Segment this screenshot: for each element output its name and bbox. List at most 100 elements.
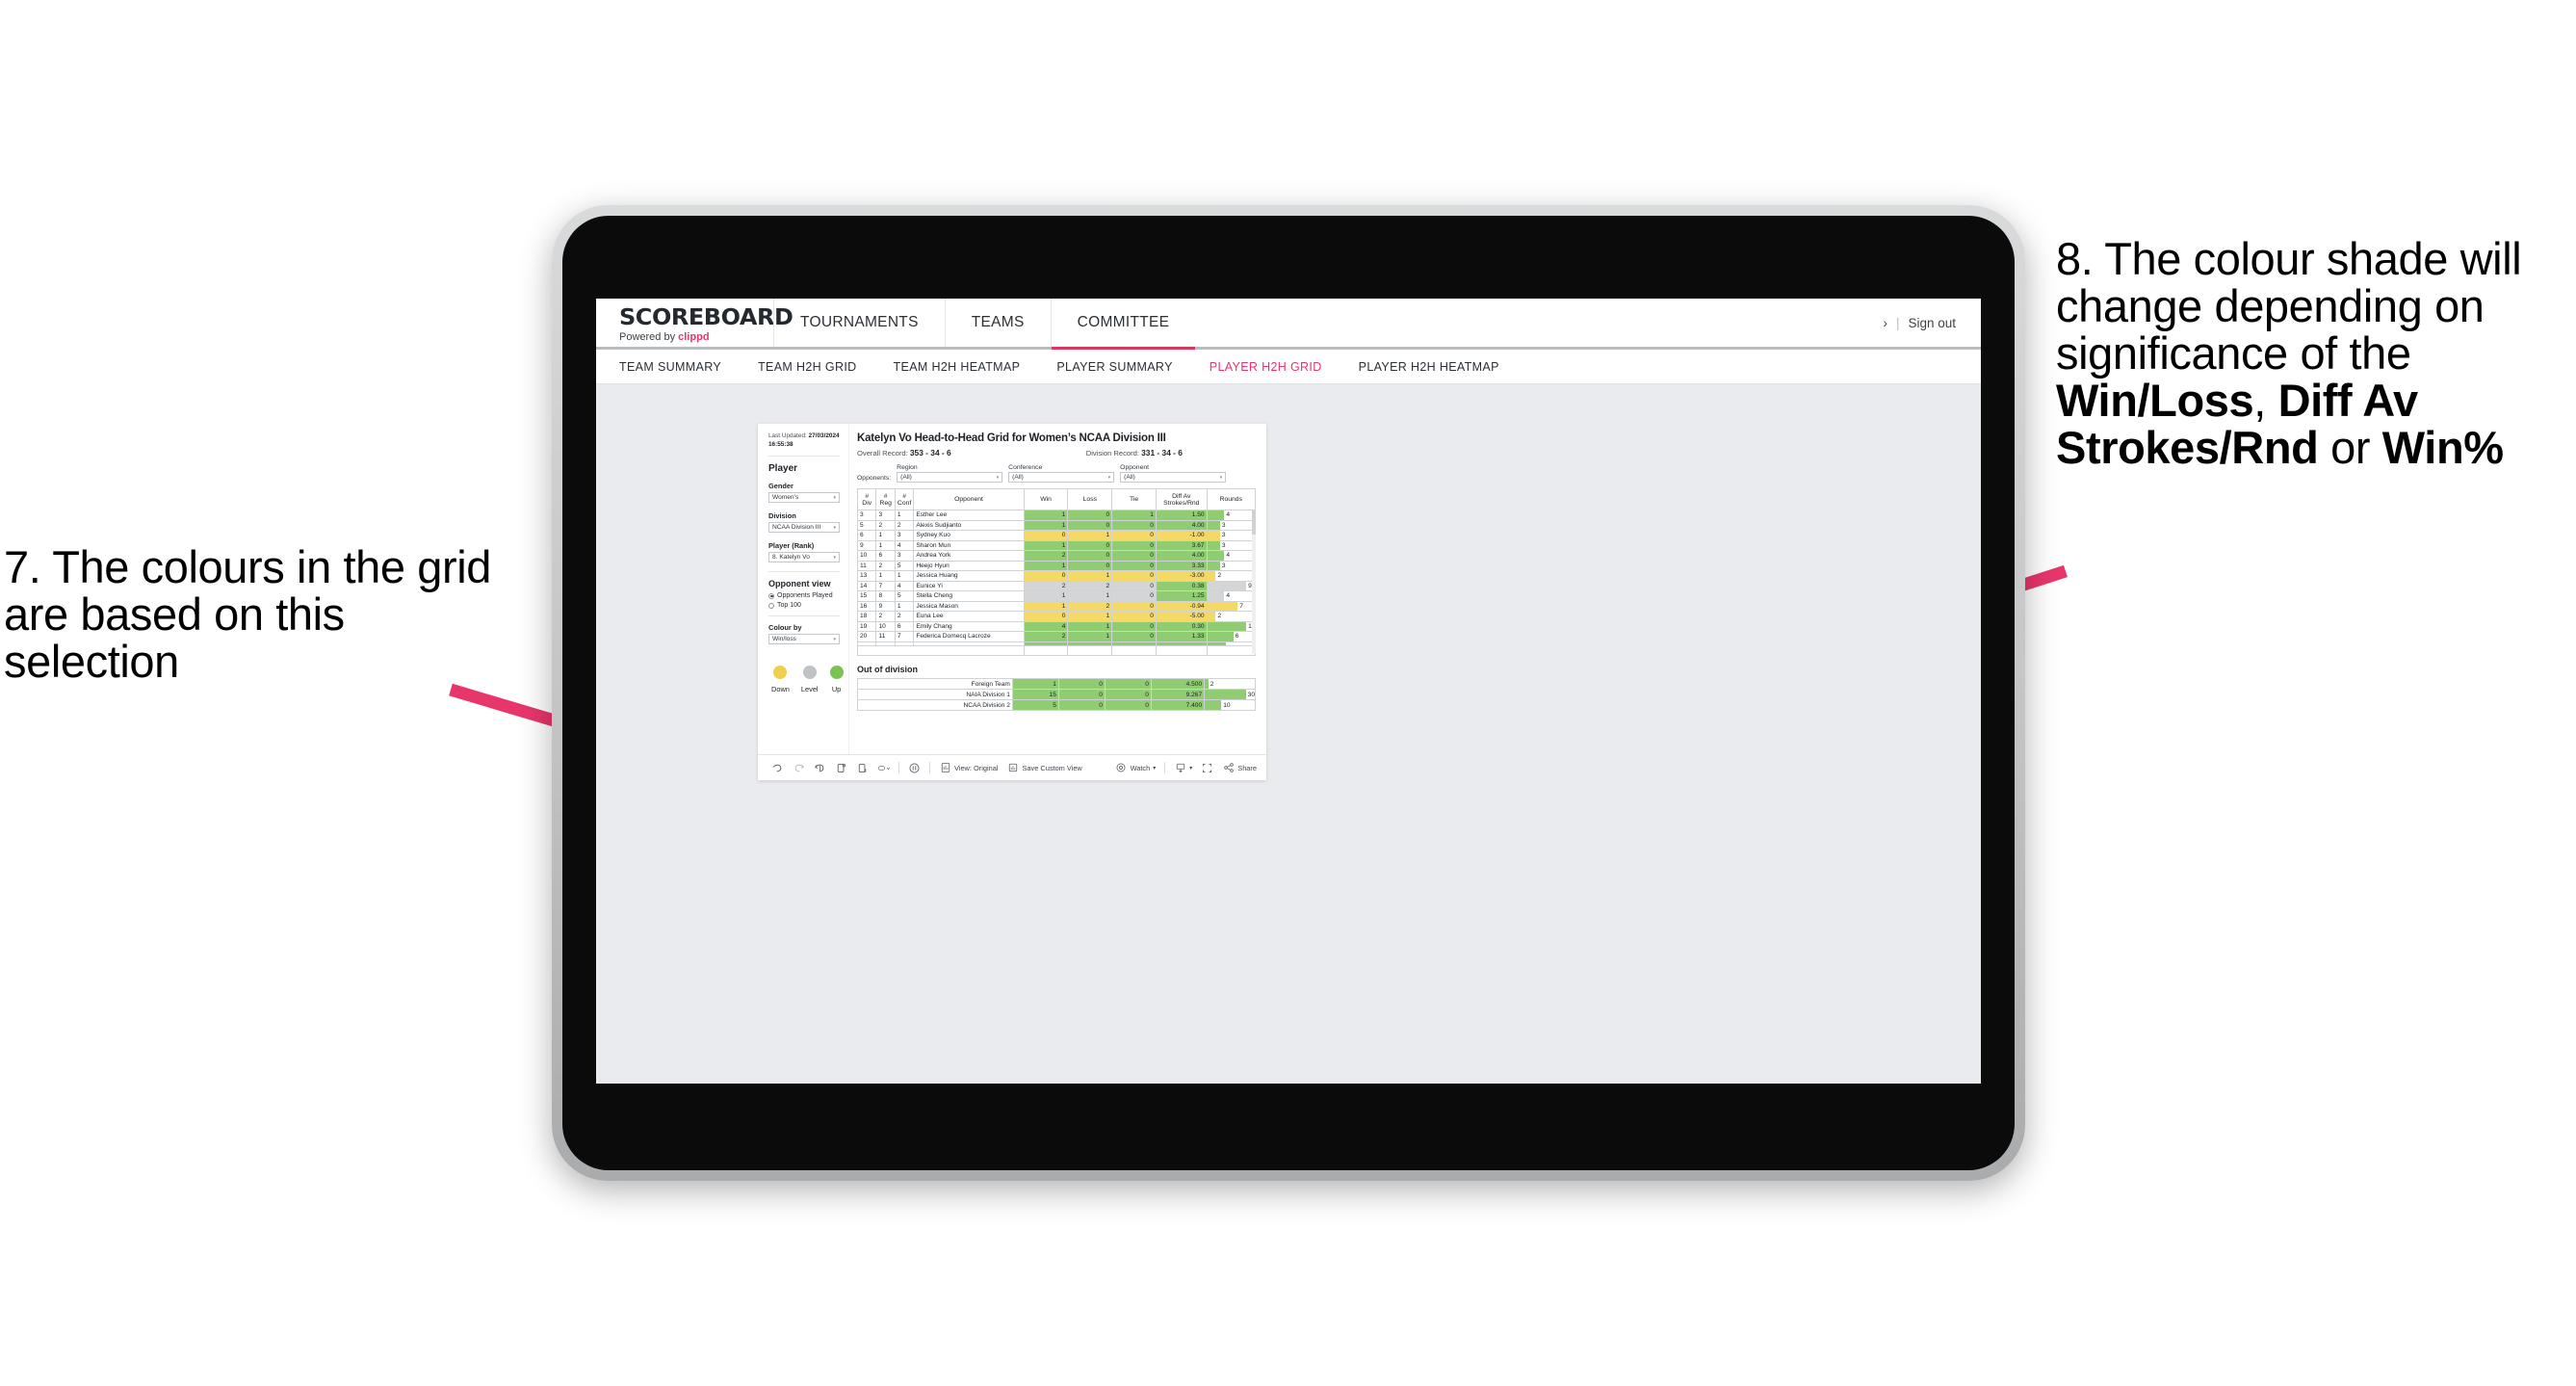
viz-toolbar: View: Original Save Custom View Watch ▾ … [758,754,1266,780]
brand-logo[interactable]: SCOREBOARD Powered by clippd [596,299,794,347]
fullscreen-icon[interactable] [1201,762,1213,774]
pause-auto-update-icon[interactable] [908,762,921,774]
out-of-division-row[interactable]: NAIA Division 1 15 0 0 9.267 30 [857,689,1256,700]
opponents-label: Opponents: [857,475,892,482]
rounds-bar: 30 [1205,690,1255,699]
nav-item-tournaments[interactable]: TOURNAMENTS [773,299,945,347]
annotation-8-bold-winpct: Win% [2381,421,2504,473]
table-row[interactable]: 16 9 1 Jessica Mason 1 2 0 -0.94 7 [856,600,1257,612]
cell-loss: 2 [1067,580,1113,591]
pause-refresh-icon[interactable] [856,762,869,774]
cell-conf: 6 [894,620,915,632]
opponent-select[interactable]: (All) ▾ [1120,472,1227,483]
chevron-down-icon: ▾ [833,636,836,642]
radio-top-100[interactable]: Top 100 [768,602,840,609]
divider [1164,762,1166,773]
rounds-bar: 2 [1205,679,1255,689]
player-select[interactable]: 8. Katelyn Vo ▾ [768,552,840,563]
filter-player-rank: Player (Rank) 8. Katelyn Vo ▾ [768,541,840,563]
chevron-right-icon[interactable]: › [1883,316,1887,330]
undo-icon[interactable] [771,762,784,774]
rounds-value: 9 [1248,582,1252,589]
cell-loss: 0 [1067,519,1113,531]
refresh-data-icon[interactable] [835,762,847,774]
table-row[interactable]: 6 1 3 Sydney Kuo 0 1 0 -1.00 3 [856,530,1257,541]
radio-opponents-played[interactable]: Opponents Played [768,592,840,599]
radio-icon [768,592,774,599]
rounds-value: 6 [1235,633,1239,641]
table-row[interactable]: 15 8 5 Stella Cheng 1 1 0 1.25 4 [856,590,1257,602]
nav-item-teams[interactable]: TEAMS [944,299,1051,347]
table-row[interactable]: 14 7 4 Eunice Yi 2 2 0 0.38 9 [856,580,1257,591]
division-select[interactable]: NCAA Division III ▾ [768,522,840,534]
division-record: Division Record: 331 - 34 - 6 [1086,448,1183,458]
table-row[interactable]: 18 2 2 Euna Lee 0 1 0 -5.00 2 [856,611,1257,622]
cell-loss: 0 [1057,678,1106,690]
save-custom-view-button[interactable]: Save Custom View [1006,762,1082,774]
grid-scrollbar[interactable] [1252,510,1256,654]
rounds-bar: 3 [1207,561,1255,570]
scrollbar-thumb[interactable] [1252,510,1256,535]
cell-loss: 1 [1067,530,1113,541]
colour-by-select[interactable]: Win/loss ▾ [768,634,840,645]
selection-mode-icon[interactable] [877,762,890,774]
view-original-button[interactable]: View: Original [939,762,998,774]
cell-loss: 0 [1067,510,1113,521]
rounds-bar-fill [1207,632,1234,641]
table-row[interactable]: 19106Emily Chang4100.3011 [856,620,1257,632]
rounds-value: 3 [1221,521,1226,529]
cell-diff-av-strokes: 0.30 [1155,620,1208,632]
watch-button[interactable]: Watch ▾ [1115,762,1156,774]
legend-label-up: Up [831,685,842,694]
region-select[interactable]: (All) ▾ [897,472,1003,483]
rounds-bar: 7 [1207,601,1255,611]
table-row[interactable]: 13 1 1 Jessica Huang 0 1 0 -3.00 2 [856,570,1257,582]
cell-rounds: 4 [1206,510,1257,521]
legend-label-level: Level [800,685,819,694]
subnav-item-player-h2h-heatmap[interactable]: PLAYER H2H HEATMAP [1340,360,1518,374]
subnav-item-team-h2h-grid[interactable]: TEAM H2H GRID [740,360,874,374]
app-screen: SCOREBOARD Powered by clippd TOURNAMENTS… [596,299,1981,1084]
cell-diff-av-strokes: 1.50 [1155,510,1208,521]
table-row[interactable]: 9 1 4 Sharon Mun 1 0 0 3.67 3 [856,539,1257,551]
cell-rounds: 4 [1206,590,1257,602]
subnav-item-team-h2h-heatmap[interactable]: TEAM H2H HEATMAP [875,360,1039,374]
cell-tie: 0 [1104,689,1152,700]
gender-select[interactable]: Women’s ▾ [768,492,840,504]
cell-loss: 1 [1067,611,1113,622]
subnav-item-player-summary[interactable]: PLAYER SUMMARY [1038,360,1190,374]
division-record-value: 331 - 34 - 6 [1141,448,1183,458]
table-row[interactable]: 5 2 2 Alexis Sudjianto 1 0 0 4.00 3 [856,519,1257,531]
out-of-division-row[interactable]: NCAA Division 2 5 0 0 7.400 10 [857,699,1256,711]
cell-win: 2 [1023,580,1069,591]
cell-loss: 0 [1057,699,1106,711]
out-of-division-title: Out of division [857,665,918,674]
table-row[interactable]: 20 11 7 Federica Domecq Lacroze 2 1 0 1.33 6 [856,631,1257,642]
dashboard-body: Last Updated: 27/03/2024 16:55:38 Player… [758,424,1266,754]
annotation-7-text: 7. The colours in the grid are based on … [4,541,492,687]
conference-select[interactable]: (All) ▾ [1008,472,1115,483]
share-button[interactable]: Share [1222,762,1257,774]
table-row[interactable]: 3 3 1 Esther Lee 1 0 1 1.50 4 [856,510,1257,521]
cell-conf: 7 [894,631,915,642]
divider [768,571,840,573]
out-of-division-row[interactable]: Foreign Team 1 0 0 4.500 2 [857,678,1256,690]
rounds-bar: 2 [1207,571,1255,581]
table-row[interactable]: 11 2 5 Heejo Hyun 1 0 0 3.33 3 [856,560,1257,571]
redo-icon[interactable] [793,762,805,774]
cell-rounds: 11 [1206,620,1257,632]
subnav-item-player-h2h-grid[interactable]: PLAYER H2H GRID [1191,360,1340,374]
cell-opponent: Sydney Kuo [913,530,1025,541]
cell-reg: 3 [875,510,896,521]
nav-item-committee[interactable]: COMMITTEE [1050,299,1196,350]
filter-gender: Gender Women’s ▾ [768,482,840,504]
table-row[interactable]: 10 6 3 Andrea York 2 0 0 4.00 4 [856,550,1257,562]
cell-rounds: 7 [1206,600,1257,612]
radio-label: Opponents Played [777,592,833,600]
revert-icon[interactable] [814,762,826,774]
subnav-item-team-summary[interactable]: TEAM SUMMARY [619,360,740,374]
cell-diff-av-strokes: -3.00 [1155,570,1208,582]
sign-out-button[interactable]: Sign out [1908,316,1956,330]
rounds-bar-fill [1207,601,1238,611]
download-button[interactable]: ▾ [1174,762,1192,774]
